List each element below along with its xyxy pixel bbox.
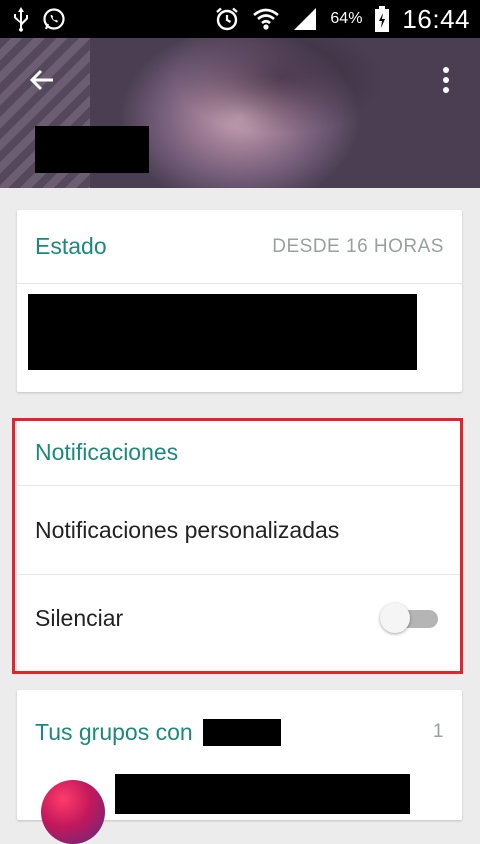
overflow-menu-button[interactable] [432,62,460,98]
redacted-status-text [28,294,417,370]
groups-title: Tus grupos con [35,718,193,745]
back-arrow-icon [28,66,56,94]
status-card-header: Estado DESDE 16 HORAS [17,210,462,284]
profile-photo-shade [150,38,410,158]
wifi-icon [252,6,280,32]
highlight-box [12,418,463,674]
whatsapp-icon [42,7,66,31]
groups-card: Tus grupos con 1 [17,690,462,844]
battery-percent: 64% [330,10,363,27]
overflow-menu-icon [442,66,450,94]
battery-icon [374,5,390,33]
back-button[interactable] [24,62,60,98]
signal-icon [292,6,318,32]
clock-time: 16:44 [402,3,470,34]
redacted-group-name [115,774,410,814]
status-since: DESDE 16 HORAS [272,235,444,257]
group-avatar[interactable] [41,780,105,844]
redacted-contact-name [35,126,149,173]
profile-header [0,38,480,188]
status-bar-left [12,6,66,32]
groups-card-header: Tus grupos con 1 [17,690,462,774]
status-title: Estado [35,233,107,259]
redacted-contact-name-inline [202,718,281,746]
status-card: Estado DESDE 16 HORAS [17,210,462,392]
groups-count: 1 [432,721,444,742]
status-bar-right: 64% 16:44 [214,4,470,35]
usb-icon [12,6,30,32]
groups-title-wrap: Tus grupos con [35,718,281,746]
alarm-icon [214,6,240,32]
status-bar: 64% 16:44 [0,0,480,38]
